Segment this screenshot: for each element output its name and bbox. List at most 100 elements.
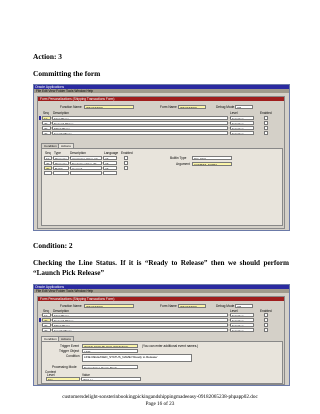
rule-enabled-checkbox[interactable] <box>264 323 268 327</box>
debug-mode-select[interactable]: Off <box>235 105 253 109</box>
rule-level[interactable]: Function <box>230 116 254 120</box>
rule-seq[interactable]: 40 <box>42 328 51 332</box>
form-name-label: Form Name <box>160 304 177 308</box>
window-title: Form Personalizations (Shipping Transact… <box>38 297 284 301</box>
action-description[interactable]: Navigate Value 20 <box>70 161 102 165</box>
action-seq[interactable]: 10 <box>44 156 52 160</box>
action-row[interactable] <box>44 171 134 176</box>
rule-enabled-checkbox[interactable] <box>264 116 268 120</box>
function-name-field[interactable]: WSHFSTRX <box>84 105 134 109</box>
rule-seq[interactable]: 10 <box>42 313 51 317</box>
function-name-label: Function Name <box>60 105 82 109</box>
trigger-event-field[interactable]: WHEN-NEW-BLOCK-INSTANCE <box>82 344 138 348</box>
form-name-field[interactable]: WSHFSTRX <box>178 304 206 308</box>
action-language[interactable]: All <box>103 156 117 160</box>
action-type[interactable]: Builtin <box>53 166 69 170</box>
rule-description[interactable]: Fourth Phase <box>52 131 228 135</box>
rule-enabled-checkbox[interactable] <box>264 131 268 135</box>
row-selector <box>39 116 41 120</box>
action-seq-empty[interactable] <box>44 171 52 175</box>
rule-level[interactable]: Function <box>230 323 254 327</box>
condition-paragraph: Checking the Line Status. If it is “Read… <box>33 259 289 277</box>
rule-level[interactable]: Function <box>230 328 254 332</box>
personalization-window: Form Personalizations (Shipping Transact… <box>37 96 285 229</box>
rule-description[interactable]: First Phase <box>52 313 228 317</box>
action-enabled-checkbox[interactable] <box>124 166 128 170</box>
col-seq: Seq <box>43 111 49 115</box>
action-type[interactable]: Property <box>53 161 69 165</box>
rule-level[interactable]: Function <box>230 313 254 317</box>
rule-description[interactable]: Second Phase <box>52 121 228 125</box>
action-type-empty[interactable] <box>53 171 69 175</box>
action-language[interactable]: All <box>103 166 117 170</box>
condition-field[interactable]: LINE.RELEASED_STATUS_NAME='Ready to Rele… <box>82 354 192 362</box>
argument-label: Argument <box>176 162 190 166</box>
action-seq[interactable]: 30 <box>44 166 52 170</box>
action-description[interactable]: Assigning Value 10 <box>70 156 102 160</box>
function-name-field[interactable]: WSHFSTRX <box>84 304 134 308</box>
screenshot-condition: Oracle Applications File Edit View Folde… <box>33 284 290 386</box>
debug-mode-label: Debug Mode <box>216 304 235 308</box>
rule-level[interactable]: Function <box>230 131 254 135</box>
condition-heading: Condition: 2 <box>33 241 73 250</box>
action-language[interactable]: All <box>103 161 117 165</box>
debug-mode-label: Debug Mode <box>216 105 235 109</box>
builtin-type-label: Builtin Type <box>170 156 187 160</box>
action-enabled-checkbox[interactable] <box>124 161 128 165</box>
rule-level[interactable]: Function <box>230 126 254 130</box>
rule-description[interactable]: Second Phase <box>52 318 228 322</box>
condition-label: Condition <box>66 354 80 358</box>
screenshot-committing-form: Oracle Applications File Edit View Folde… <box>33 84 290 231</box>
rule-description[interactable]: Third Phase <box>52 323 228 327</box>
trigger-event-label: Trigger Event <box>60 344 80 348</box>
rule-enabled-checkbox[interactable] <box>264 328 268 332</box>
act-col-type: Type <box>54 151 61 155</box>
row-selector <box>39 318 41 322</box>
rule-seq[interactable]: 20 <box>42 121 51 125</box>
form-name-field[interactable]: WSHFSTRX <box>178 105 206 109</box>
rule-description[interactable]: First Phase <box>52 116 228 120</box>
rule-description[interactable]: Third Phase <box>52 126 228 130</box>
col-enabled: Enabled <box>260 111 272 115</box>
rule-seq[interactable]: 10 <box>42 116 51 120</box>
rule-seq[interactable]: 30 <box>42 323 51 327</box>
debug-mode-select[interactable]: Off <box>235 304 253 308</box>
rule-description[interactable]: Fourth Phase <box>52 328 228 332</box>
context-value-field[interactable]: (NULL) <box>81 377 141 381</box>
processing-mode-label: Processing Mode <box>52 365 77 369</box>
rule-level[interactable]: Function <box>230 121 254 125</box>
action-description[interactable]: Commit <box>70 166 102 170</box>
col-description: Description <box>53 111 69 115</box>
rule-level[interactable]: Function <box>230 318 254 322</box>
footer-page-number: Page 16 of 23 <box>145 401 175 407</box>
act-col-enabled: Enabled <box>121 151 133 155</box>
rule-enabled-checkbox[interactable] <box>264 313 268 317</box>
actions-panel: Seq Type Description Language Enabled 10… <box>41 148 283 226</box>
action-language-empty[interactable] <box>103 171 117 175</box>
col-level: Level <box>230 111 238 115</box>
action-description-empty[interactable] <box>70 171 102 175</box>
personalization-window: Form Personalizations (Shipping Transact… <box>37 296 285 385</box>
rule-enabled-checkbox[interactable] <box>264 121 268 125</box>
builtin-type-field[interactable]: DO_KEY <box>192 156 232 160</box>
rule-seq[interactable]: 20 <box>42 318 51 322</box>
rule-row[interactable]: 40 Fourth Phase Function <box>42 328 280 333</box>
condition-panel: Trigger Event WHEN-NEW-BLOCK-INSTANCE (Y… <box>41 341 283 384</box>
processing-mode-select[interactable]: Not in Enter-Query Mode <box>82 365 138 369</box>
argument-field[interactable]: COMMIT_FORM <box>192 162 232 166</box>
rule-seq[interactable]: 30 <box>42 126 51 130</box>
app-menu-bar: File Edit View Folder Tools Window Help <box>34 89 289 93</box>
rule-seq[interactable]: 40 <box>42 131 51 135</box>
action-enabled-checkbox[interactable] <box>124 156 128 160</box>
rule-enabled-checkbox[interactable] <box>264 318 268 322</box>
action-heading: Action: 3 <box>33 52 62 61</box>
trigger-object-field[interactable]: LINE <box>82 349 138 353</box>
action-seq[interactable]: 20 <box>44 161 52 165</box>
rule-enabled-checkbox[interactable] <box>264 126 268 130</box>
context-level-field[interactable]: Site <box>46 377 80 381</box>
rule-row[interactable]: 40 Fourth Phase Function <box>42 131 280 136</box>
trigger-object-label: Trigger Object <box>59 349 80 353</box>
action-type[interactable]: Property <box>53 156 69 160</box>
window-title: Form Personalizations (Shipping Transact… <box>38 97 284 101</box>
act-col-seq: Seq <box>45 151 51 155</box>
